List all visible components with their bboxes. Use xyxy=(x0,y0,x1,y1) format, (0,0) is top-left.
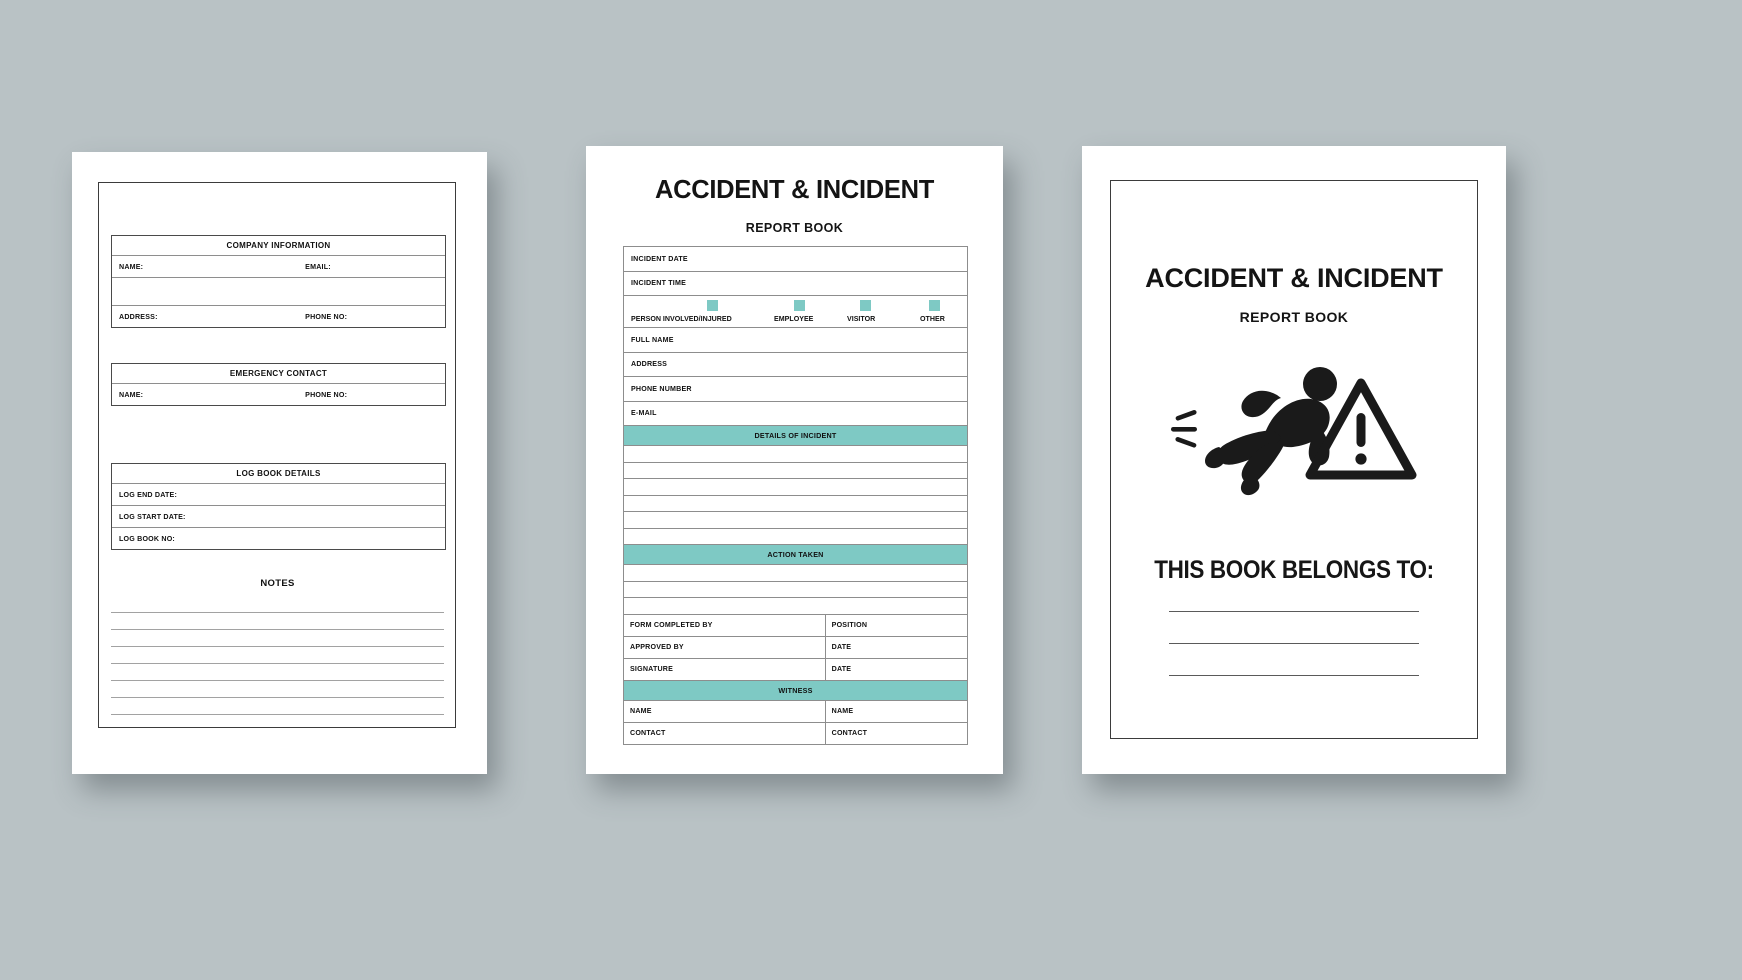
form-completed-by-row[interactable]: FORM COMPLETED BY POSITION xyxy=(623,614,968,637)
company-phone-label: PHONE NO: xyxy=(305,312,348,321)
company-address-label: ADDRESS: xyxy=(119,312,158,321)
full-name-row[interactable]: FULL NAME xyxy=(623,328,968,353)
witness-name-row[interactable]: NAME NAME xyxy=(623,700,968,723)
details-line[interactable] xyxy=(623,462,968,479)
company-email-label: EMAIL: xyxy=(305,262,331,271)
owner-line-3[interactable] xyxy=(1169,675,1419,676)
notes-line[interactable] xyxy=(111,647,444,664)
action-taken-header: ACTION TAKEN xyxy=(623,545,968,565)
incident-date-row[interactable]: INCIDENT DATE xyxy=(623,246,968,272)
action-line[interactable] xyxy=(623,598,968,615)
poster-canvas: COMPANY INFORMATION NAME: EMAIL: ADDRESS… xyxy=(0,0,1742,980)
details-line[interactable] xyxy=(623,479,968,496)
checkbox-visitor[interactable] xyxy=(860,300,871,311)
email-label: E-MAIL xyxy=(631,409,657,418)
other-label: OTHER xyxy=(920,315,945,323)
notes-line[interactable] xyxy=(111,698,444,715)
page-2-title: ACCIDENT & INCIDENT xyxy=(654,176,935,204)
notes-block: NOTES xyxy=(111,578,444,715)
log-book-no-row[interactable]: LOG BOOK NO: xyxy=(112,527,445,549)
action-taken-lines[interactable] xyxy=(623,565,968,615)
page-3-border: ACCIDENT & INCIDENT REPORT BOOK THIS BOO… xyxy=(1110,180,1478,739)
position-label: POSITION xyxy=(831,621,868,629)
approved-by-label: APPROVED BY xyxy=(630,643,684,651)
slip-and-fall-warning-icon xyxy=(1111,361,1477,501)
company-blank-row[interactable] xyxy=(112,277,445,305)
signature-label: SIGNATURE xyxy=(630,665,674,673)
checkbox-person-involved[interactable] xyxy=(707,300,718,311)
details-line[interactable] xyxy=(623,528,968,545)
log-start-date-row[interactable]: LOG START DATE: xyxy=(112,505,445,527)
employee-label: EMPLOYEE xyxy=(774,315,814,323)
signature-row[interactable]: SIGNATURE DATE xyxy=(623,658,968,681)
incident-time-label: INCIDENT TIME xyxy=(631,279,687,288)
phone-number-label: PHONE NUMBER xyxy=(631,384,692,393)
page-1-sheet: COMPANY INFORMATION NAME: EMAIL: ADDRESS… xyxy=(72,152,487,774)
cover-title: ACCIDENT & INCIDENT xyxy=(1145,263,1443,293)
notes-lines[interactable] xyxy=(111,596,444,715)
visitor-label: VISITOR xyxy=(847,315,876,323)
company-name-email-row: NAME: EMAIL: xyxy=(112,255,445,277)
emergency-name-phone-row: NAME: PHONE NO: xyxy=(112,383,445,405)
witness-name-label-1: NAME xyxy=(630,707,652,715)
incident-form: INCIDENT DATE INCIDENT TIME PERSON INVOL… xyxy=(623,246,968,745)
company-information-title: COMPANY INFORMATION xyxy=(226,241,331,250)
incident-date-label: INCIDENT DATE xyxy=(631,254,688,263)
approved-date-label: DATE xyxy=(831,643,852,651)
checkbox-other[interactable] xyxy=(929,300,940,311)
person-involved-label: PERSON INVOLVED/INJURED xyxy=(631,315,732,323)
action-line[interactable] xyxy=(623,565,968,582)
owner-line-1[interactable] xyxy=(1169,611,1419,612)
emergency-name-label: NAME: xyxy=(119,390,144,399)
notes-line[interactable] xyxy=(111,630,444,647)
page-2-subtitle: REPORT BOOK xyxy=(745,221,844,235)
notes-title: NOTES xyxy=(260,578,295,589)
emergency-contact-block: EMERGENCY CONTACT NAME: PHONE NO: xyxy=(111,363,446,406)
log-end-date-label: LOG END DATE: xyxy=(119,490,178,499)
checkbox-employee[interactable] xyxy=(794,300,805,311)
address-row[interactable]: ADDRESS xyxy=(623,352,968,377)
details-of-incident-lines[interactable] xyxy=(623,446,968,545)
notes-line[interactable] xyxy=(111,664,444,681)
log-start-date-label: LOG START DATE: xyxy=(119,512,186,521)
signature-date-label: DATE xyxy=(831,665,852,673)
approved-by-row[interactable]: APPROVED BY DATE xyxy=(623,636,968,659)
witness-header: WITNESS xyxy=(623,680,968,701)
company-information-block: COMPANY INFORMATION NAME: EMAIL: ADDRESS… xyxy=(111,235,446,328)
page-3-sheet: ACCIDENT & INCIDENT REPORT BOOK THIS BOO… xyxy=(1082,146,1506,774)
address-label: ADDRESS xyxy=(631,360,668,369)
page-2-sheet: ACCIDENT & INCIDENT REPORT BOOK INCIDENT… xyxy=(586,146,1003,774)
incident-time-row[interactable]: INCIDENT TIME xyxy=(623,271,968,296)
notes-line[interactable] xyxy=(111,596,444,613)
owner-line-2[interactable] xyxy=(1169,643,1419,644)
form-completed-by-label: FORM COMPLETED BY xyxy=(630,621,713,629)
notes-line[interactable] xyxy=(111,681,444,698)
belongs-to-label: THIS BOOK BELONGS TO: xyxy=(1154,556,1434,584)
cover-subtitle: REPORT BOOK xyxy=(1239,309,1349,325)
witness-name-label-2: NAME xyxy=(831,707,854,715)
log-end-date-row[interactable]: LOG END DATE: xyxy=(112,483,445,505)
details-line[interactable] xyxy=(623,446,968,463)
emergency-contact-title: EMERGENCY CONTACT xyxy=(229,369,328,378)
witness-contact-row[interactable]: CONTACT CONTACT xyxy=(623,722,968,745)
log-book-details-title: LOG BOOK DETAILS xyxy=(236,469,321,478)
company-name-label: NAME: xyxy=(119,262,144,271)
notes-line[interactable] xyxy=(111,613,444,630)
company-address-phone-row: ADDRESS: PHONE NO: xyxy=(112,305,445,327)
details-line[interactable] xyxy=(623,512,968,529)
full-name-label: FULL NAME xyxy=(631,335,674,344)
email-row[interactable]: E-MAIL xyxy=(623,401,968,426)
phone-number-row[interactable]: PHONE NUMBER xyxy=(623,377,968,402)
person-involved-row: PERSON INVOLVED/INJURED EMPLOYEE VISITOR… xyxy=(623,296,968,328)
emergency-phone-label: PHONE NO: xyxy=(305,390,348,399)
log-book-details-block: LOG BOOK DETAILS LOG END DATE: LOG START… xyxy=(111,463,446,550)
page-1-border: COMPANY INFORMATION NAME: EMAIL: ADDRESS… xyxy=(98,182,456,728)
witness-contact-label-1: CONTACT xyxy=(630,729,666,737)
details-of-incident-header: DETAILS OF INCIDENT xyxy=(623,426,968,446)
witness-contact-label-2: CONTACT xyxy=(831,729,868,737)
action-line[interactable] xyxy=(623,581,968,598)
log-book-no-label: LOG BOOK NO: xyxy=(119,534,175,543)
details-line[interactable] xyxy=(623,495,968,512)
